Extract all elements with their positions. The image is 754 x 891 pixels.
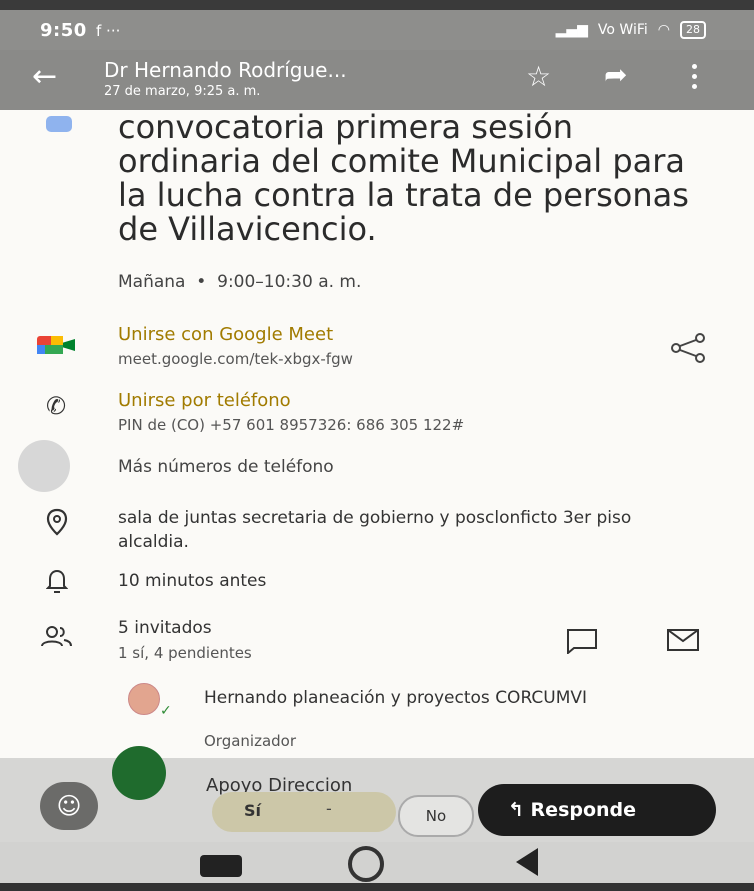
respond-label: Responde <box>530 799 637 821</box>
bell-icon <box>46 569 68 593</box>
google-meet-icon <box>28 336 84 358</box>
organizer-avatar <box>128 683 160 715</box>
event-location[interactable]: sala de juntas secretaria de gobierno y … <box>118 506 658 554</box>
phone-pin[interactable]: PIN de (CO) +57 601 8957326: 686 305 122… <box>118 416 464 434</box>
people-icon <box>41 626 72 647</box>
email-date: 27 de marzo, 9:25 a. m. <box>104 84 261 99</box>
app-bar: ← Dr Hernando Rodrígue... 27 de marzo, 9… <box>0 50 754 110</box>
status-right-icons: ▂▄▆ Vo WiFi ◠ 28 <box>556 21 706 39</box>
status-time: 9:50 <box>40 20 87 41</box>
forward-icon[interactable]: ➦ <box>604 58 627 91</box>
more-phone-numbers[interactable]: Más números de teléfono <box>118 457 334 477</box>
status-bar: 9:50 f ··· ▂▄▆ Vo WiFi ◠ 28 <box>0 10 754 50</box>
smiley-icon: ☺ <box>56 792 82 820</box>
rsvp-no-button[interactable]: No <box>398 795 474 837</box>
location-pin-icon <box>46 508 68 536</box>
battery-icon: 28 <box>680 21 706 39</box>
phone-icon: ✆ <box>45 392 67 420</box>
guest-avatar <box>112 746 166 800</box>
more-options-icon[interactable] <box>692 64 698 94</box>
recent-apps-icon[interactable] <box>200 855 242 877</box>
rsvp-yes[interactable]: Sí <box>244 801 261 820</box>
event-day: Mañana <box>118 272 186 292</box>
star-icon[interactable]: ☆ <box>526 60 551 93</box>
chat-icon[interactable] <box>566 628 598 654</box>
thumb-blur <box>18 440 70 492</box>
email-sender-title: Dr Hernando Rodrígue... <box>104 58 347 82</box>
notification-icons: f ··· <box>96 22 121 40</box>
reminder-text[interactable]: 10 minutos antes <box>118 571 266 591</box>
organizer-role: Organizador <box>204 732 297 750</box>
nav-back-icon[interactable] <box>516 848 538 876</box>
event-time-range: 9:00–10:30 a. m. <box>217 272 362 292</box>
signal-icon: ▂▄▆ <box>555 22 588 38</box>
photo-edge-top <box>0 0 754 10</box>
guest-count[interactable]: 5 invitados <box>118 618 212 638</box>
meet-url[interactable]: meet.google.com/tek-xbgx-fgw <box>118 350 353 368</box>
home-icon[interactable] <box>348 846 384 882</box>
guest-status: 1 sí, 4 pendientes <box>118 644 252 662</box>
respond-button[interactable]: ↰ Responde <box>478 784 716 836</box>
organizer-name[interactable]: Hernando planeación y proyectos CORCUMVI <box>204 686 684 710</box>
share-icon[interactable] <box>668 332 708 364</box>
rsvp-yes-pill[interactable] <box>212 792 396 832</box>
join-meet-link[interactable]: Unirse con Google Meet <box>118 324 333 345</box>
wifi-label: Vo WiFi <box>597 22 648 38</box>
back-arrow-icon[interactable]: ← <box>32 62 57 92</box>
event-when: Mañana • 9:00–10:30 a. m. <box>118 272 361 292</box>
join-phone-link[interactable]: Unirse por teléfono <box>118 390 291 411</box>
calendar-color-chip <box>46 116 72 132</box>
rsvp-dropdown[interactable]: - <box>326 799 332 818</box>
separator-dot: • <box>190 272 212 292</box>
email-icon[interactable] <box>666 628 700 652</box>
photo-edge-bottom <box>0 883 754 891</box>
accepted-check-icon: ✓ <box>160 703 172 719</box>
emoji-reaction-button[interactable]: ☺ <box>40 782 98 830</box>
reply-icon: ↰ <box>508 799 531 821</box>
event-title: convocatoria primera sesión ordinaria de… <box>118 108 689 248</box>
wifi-icon: ◠ <box>657 22 670 38</box>
